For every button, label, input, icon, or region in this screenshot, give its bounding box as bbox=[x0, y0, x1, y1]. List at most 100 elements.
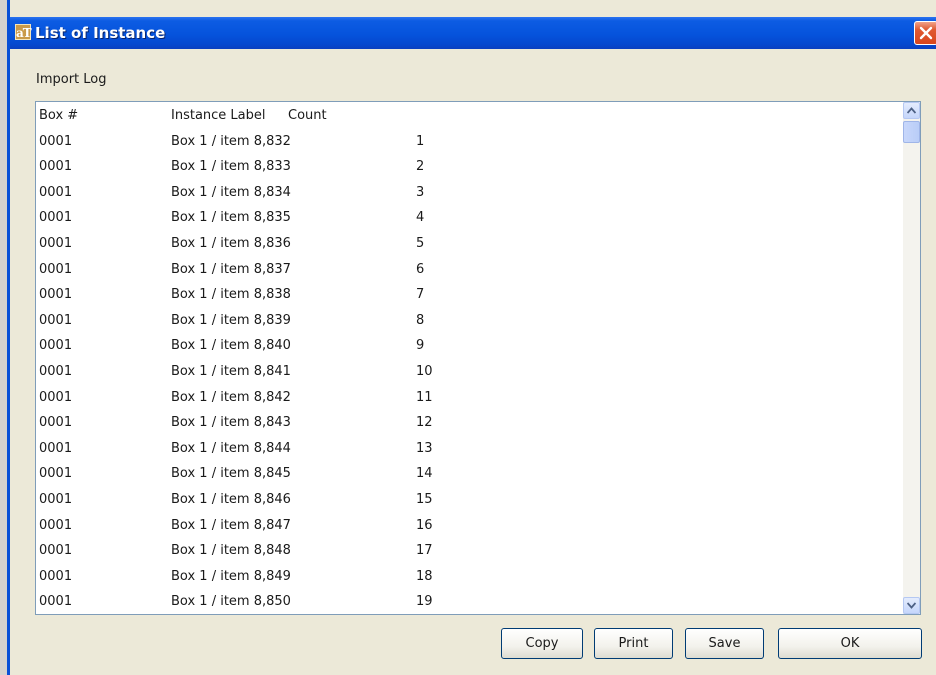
log-cell-instance-label: Box 1 / item 8,843 bbox=[171, 415, 291, 431]
log-cell-box: 0001 bbox=[39, 415, 73, 431]
vertical-scrollbar[interactable] bbox=[903, 102, 920, 614]
scroll-up-button[interactable] bbox=[903, 102, 920, 119]
title-bar[interactable]: aT List of Instance bbox=[10, 17, 936, 49]
log-cell-instance-label: Box 1 / item 8,841 bbox=[171, 363, 291, 379]
save-button[interactable]: Save bbox=[685, 628, 764, 659]
log-cell-count: 15 bbox=[416, 491, 433, 507]
close-button[interactable] bbox=[914, 21, 936, 45]
log-cell-box: 0001 bbox=[39, 184, 73, 200]
log-cell-count: 3 bbox=[416, 184, 425, 200]
log-cell-box: 0001 bbox=[39, 543, 73, 559]
scroll-up-arrow-icon bbox=[907, 107, 916, 114]
log-row[interactable]: 0001 Box 1 / item 8,836 5 bbox=[36, 230, 902, 256]
log-cell-count: 7 bbox=[416, 287, 425, 303]
log-cell-box: 0001 bbox=[39, 235, 73, 251]
log-row[interactable]: 0001 Box 1 / item 8,832 1 bbox=[36, 128, 902, 154]
log-row[interactable]: 0001 Box 1 / item 8,849 18 bbox=[36, 563, 902, 589]
window-title: List of Instance bbox=[35, 24, 166, 42]
log-cell-count: 9 bbox=[416, 338, 425, 354]
scroll-down-button[interactable] bbox=[903, 597, 920, 614]
log-cell-instance-label: Box 1 / item 8,846 bbox=[171, 491, 291, 507]
background-window-edge bbox=[0, 0, 10, 675]
log-cell-count: 2 bbox=[416, 159, 425, 175]
log-cell-instance-label: Box 1 / item 8,847 bbox=[171, 517, 291, 533]
log-cell-box: 0001 bbox=[39, 517, 73, 533]
log-row[interactable]: 0001 Box 1 / item 8,833 2 bbox=[36, 153, 902, 179]
log-cell-instance-label: Box 1 / item 8,837 bbox=[171, 261, 291, 277]
log-cell-count: 10 bbox=[416, 363, 433, 379]
log-header-row: Box # Instance Label Count bbox=[36, 102, 902, 128]
scrollbar-thumb[interactable] bbox=[903, 121, 920, 143]
log-cell-instance-label: Box 1 / item 8,845 bbox=[171, 466, 291, 482]
log-cell-instance-label: Box 1 / item 8,835 bbox=[171, 210, 291, 226]
log-cell-box: 0001 bbox=[39, 594, 73, 610]
scroll-down-arrow-icon bbox=[907, 602, 916, 609]
dialog-window: aT List of Instance Import Log Box # Ins… bbox=[0, 0, 936, 675]
log-row[interactable]: 0001 Box 1 / item 8,842 11 bbox=[36, 384, 902, 410]
close-icon bbox=[919, 26, 933, 40]
column-header-box: Box # bbox=[39, 108, 79, 123]
log-cell-count: 13 bbox=[416, 440, 433, 456]
column-header-instance-label: Instance Label bbox=[171, 108, 266, 123]
log-cell-instance-label: Box 1 / item 8,842 bbox=[171, 389, 291, 405]
log-cell-instance-label: Box 1 / item 8,849 bbox=[171, 568, 291, 584]
log-row[interactable]: 0001 Box 1 / item 8,845 14 bbox=[36, 460, 902, 486]
log-cell-box: 0001 bbox=[39, 338, 73, 354]
log-rows: 0001 Box 1 / item 8,832 1 0001 Box 1 / item … bbox=[36, 128, 902, 614]
ok-button[interactable]: OK bbox=[778, 628, 922, 659]
column-header-count: Count bbox=[288, 108, 327, 123]
log-cell-box: 0001 bbox=[39, 568, 73, 584]
log-row[interactable]: 0001 Box 1 / item 8,840 9 bbox=[36, 332, 902, 358]
log-row[interactable]: 0001 Box 1 / item 8,844 13 bbox=[36, 435, 902, 461]
app-logo-icon: aT bbox=[15, 24, 32, 40]
log-cell-instance-label: Box 1 / item 8,834 bbox=[171, 184, 291, 200]
log-cell-instance-label: Box 1 / item 8,840 bbox=[171, 338, 291, 354]
print-button[interactable]: Print bbox=[594, 628, 673, 659]
log-cell-box: 0001 bbox=[39, 312, 73, 328]
log-cell-box: 0001 bbox=[39, 440, 73, 456]
log-cell-count: 14 bbox=[416, 466, 433, 482]
log-cell-box: 0001 bbox=[39, 363, 73, 379]
copy-button[interactable]: Copy bbox=[501, 628, 583, 659]
log-row[interactable]: 0001 Box 1 / item 8,848 17 bbox=[36, 537, 902, 563]
log-cell-box: 0001 bbox=[39, 389, 73, 405]
log-cell-count: 8 bbox=[416, 312, 425, 328]
import-log-list[interactable]: Box # Instance Label Count 0001 Box 1 / i… bbox=[35, 101, 921, 615]
log-cell-count: 1 bbox=[416, 133, 425, 149]
log-row[interactable]: 0001 Box 1 / item 8,843 12 bbox=[36, 409, 902, 435]
log-cell-box: 0001 bbox=[39, 287, 73, 303]
log-cell-box: 0001 bbox=[39, 159, 73, 175]
log-cell-count: 19 bbox=[416, 594, 433, 610]
log-cell-instance-label: Box 1 / item 8,844 bbox=[171, 440, 291, 456]
log-cell-count: 5 bbox=[416, 235, 425, 251]
log-cell-instance-label: Box 1 / item 8,848 bbox=[171, 543, 291, 559]
log-cell-count: 16 bbox=[416, 517, 433, 533]
log-row[interactable]: 0001 Box 1 / item 8,846 15 bbox=[36, 486, 902, 512]
log-cell-count: 6 bbox=[416, 261, 425, 277]
log-row[interactable]: 0001 Box 1 / item 8,839 8 bbox=[36, 307, 902, 333]
log-cell-instance-label: Box 1 / item 8,833 bbox=[171, 159, 291, 175]
log-row[interactable]: 0001 Box 1 / item 8,847 16 bbox=[36, 512, 902, 538]
log-row[interactable]: 0001 Box 1 / item 8,841 10 bbox=[36, 358, 902, 384]
log-row[interactable]: 0001 Box 1 / item 8,850 19 bbox=[36, 588, 902, 614]
log-cell-instance-label: Box 1 / item 8,850 bbox=[171, 594, 291, 610]
log-cell-box: 0001 bbox=[39, 261, 73, 277]
log-cell-box: 0001 bbox=[39, 466, 73, 482]
import-log-label: Import Log bbox=[36, 72, 107, 87]
log-cell-count: 18 bbox=[416, 568, 433, 584]
log-cell-count: 12 bbox=[416, 415, 433, 431]
log-cell-instance-label: Box 1 / item 8,832 bbox=[171, 133, 291, 149]
log-table: Box # Instance Label Count 0001 Box 1 / i… bbox=[36, 102, 902, 614]
log-cell-count: 11 bbox=[416, 389, 433, 405]
log-cell-box: 0001 bbox=[39, 491, 73, 507]
log-cell-box: 0001 bbox=[39, 210, 73, 226]
log-cell-count: 4 bbox=[416, 210, 425, 226]
log-row[interactable]: 0001 Box 1 / item 8,838 7 bbox=[36, 281, 902, 307]
log-cell-box: 0001 bbox=[39, 133, 73, 149]
log-cell-instance-label: Box 1 / item 8,839 bbox=[171, 312, 291, 328]
log-row[interactable]: 0001 Box 1 / item 8,837 6 bbox=[36, 256, 902, 282]
log-row[interactable]: 0001 Box 1 / item 8,834 3 bbox=[36, 179, 902, 205]
log-row[interactable]: 0001 Box 1 / item 8,835 4 bbox=[36, 204, 902, 230]
log-cell-instance-label: Box 1 / item 8,836 bbox=[171, 235, 291, 251]
log-cell-count: 17 bbox=[416, 543, 433, 559]
